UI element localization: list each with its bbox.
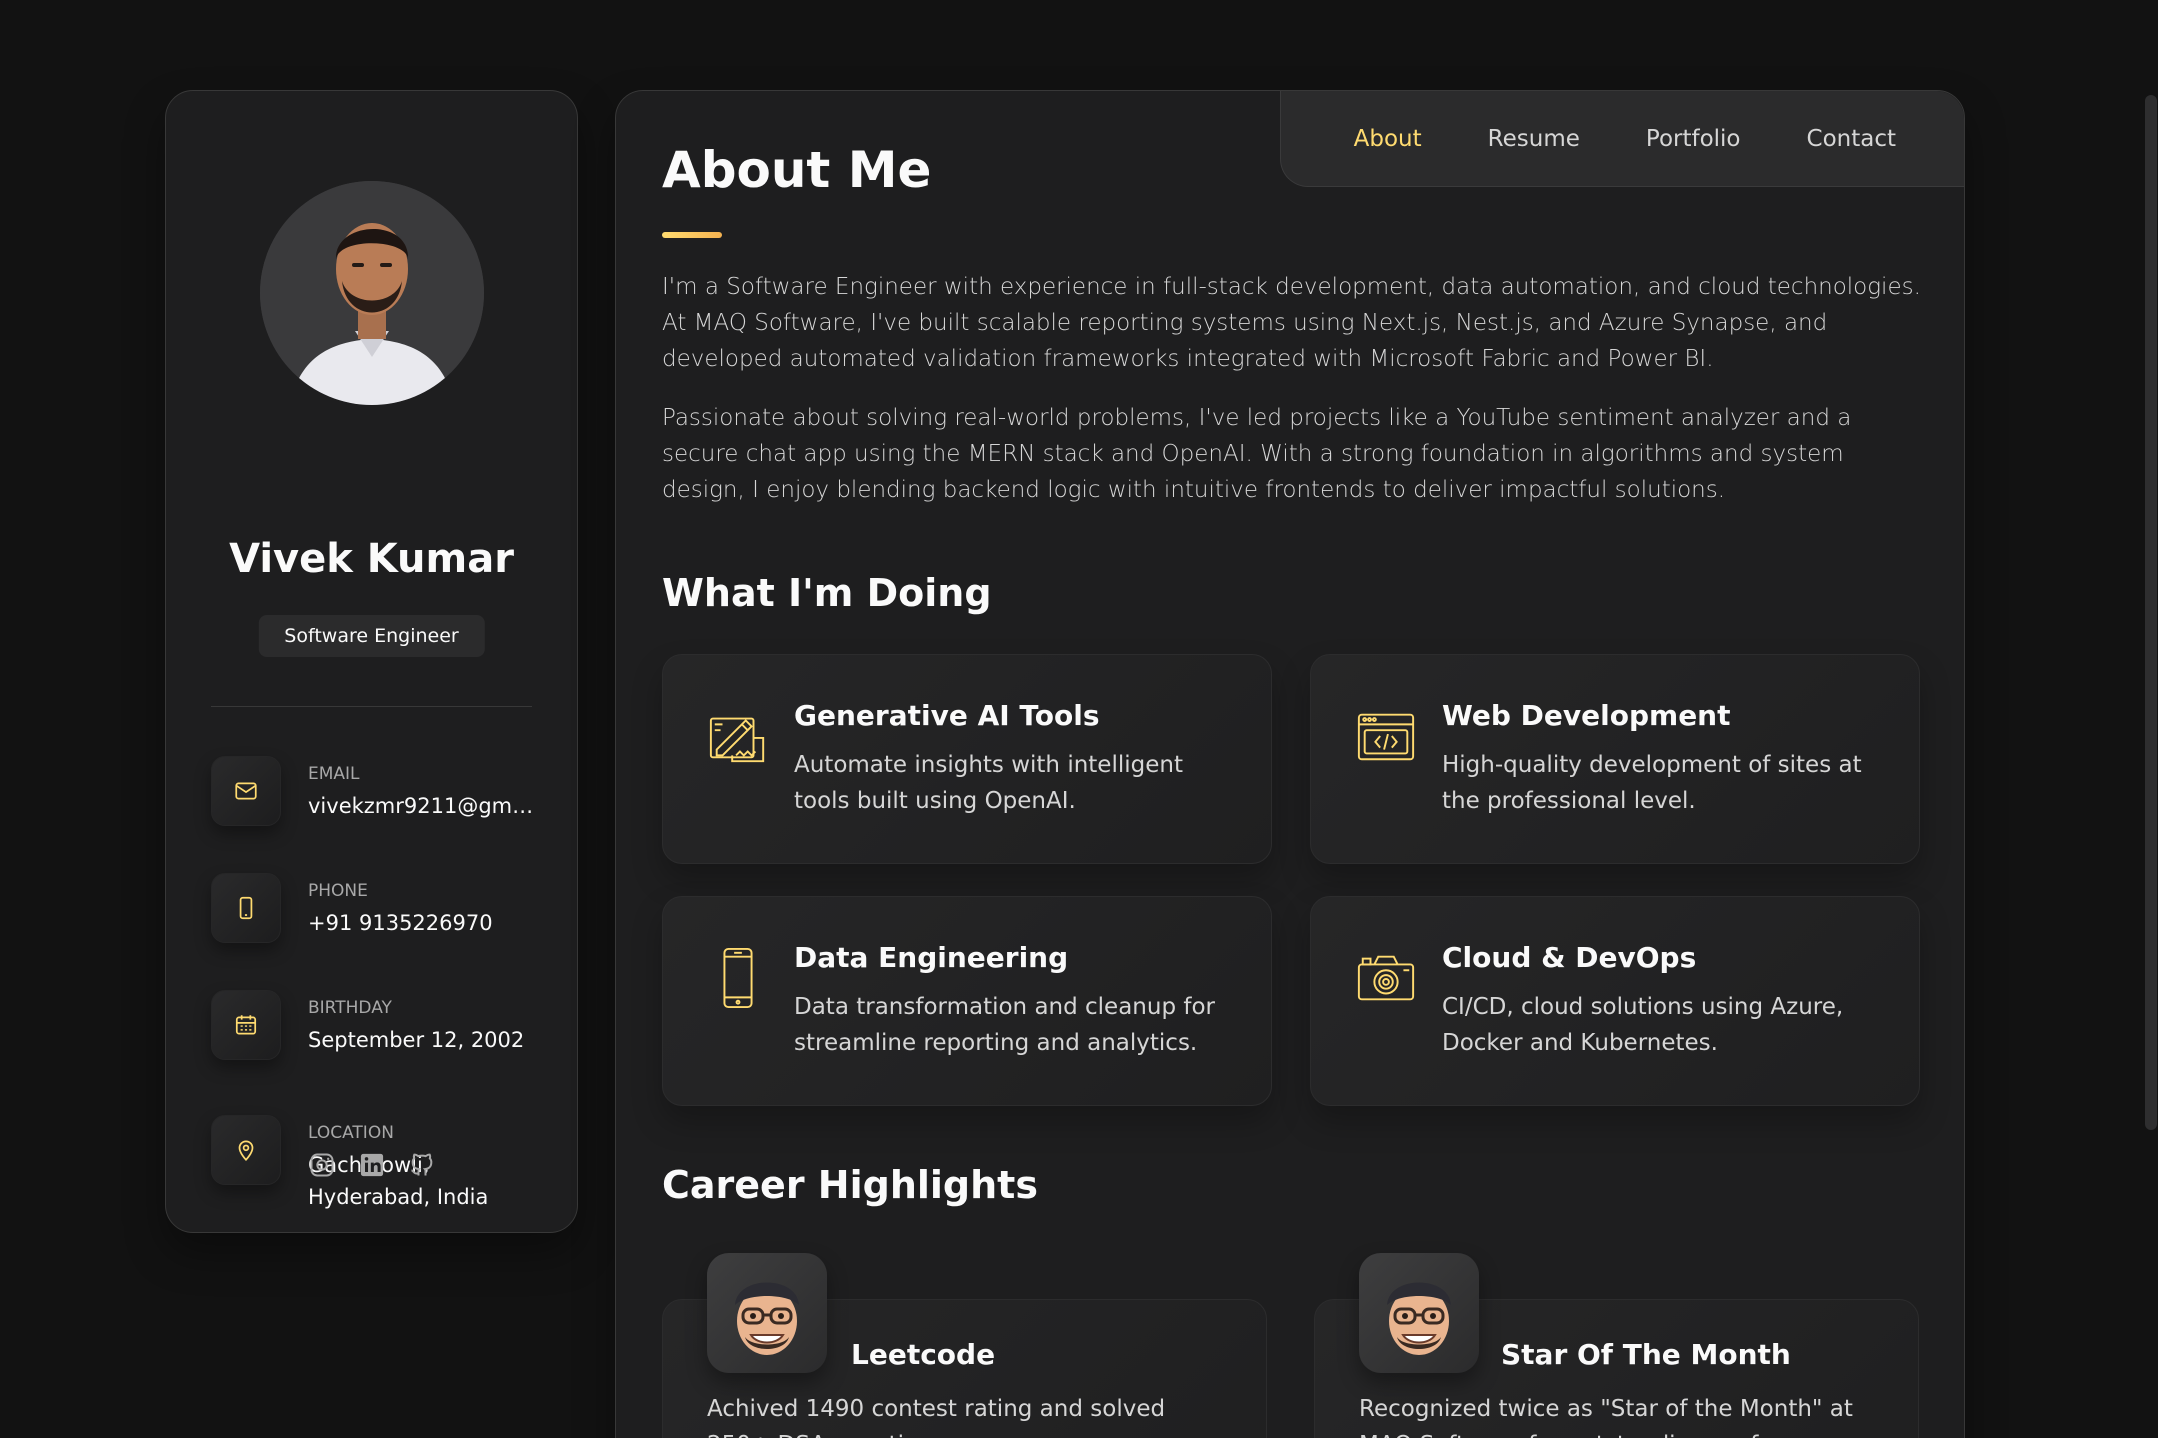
service-card: Generative AI Tools Automate insights wi… [662,654,1272,864]
nav-resume[interactable]: Resume [1488,126,1580,152]
service-text: CI/CD, cloud solutions using Azure, Dock… [1442,994,1844,1056]
highlight-text: Achived 1490 contest rating and solved 2… [707,1396,1166,1438]
top-navbar: About Resume Portfolio Contact [1280,91,1964,187]
service-card: Web Development High-quality development… [1310,654,1920,864]
page-title: About Me [662,141,932,199]
highlight-title: Leetcode [851,1338,996,1371]
scrollbar-thumb[interactable] [2145,95,2157,1130]
sidebar-divider [211,706,532,707]
nav-portfolio[interactable]: Portfolio [1646,126,1741,152]
service-title: Generative AI Tools [794,699,1100,732]
portfolio-page: Vivek Kumar Software Engineer Email vive… [0,0,2158,1438]
service-text: Automate insights with intelligent tools… [794,752,1183,814]
github-icon[interactable] [408,1151,436,1179]
calendar-icon [211,990,281,1060]
profile-name: Vivek Kumar [229,536,514,582]
main-content: About Resume Portfolio Contact About Me … [615,90,1965,1438]
about-paragraph: I'm a Software Engineer with experience … [662,274,1921,372]
job-title-badge: Software Engineer [258,615,485,657]
social-links [166,1151,577,1179]
service-card: Cloud & DevOps CI/CD, cloud solutions us… [1310,896,1920,1106]
service-title: Web Development [1442,699,1731,732]
memoji-avatar [1359,1253,1479,1373]
phone-icon [211,873,281,943]
highlight-title: Star Of The Month [1501,1338,1791,1371]
service-card: Data Engineering Data transformation and… [662,896,1272,1106]
email-link[interactable]: vivekzmr9211@gmail.com [308,790,543,822]
highlights-title: Career Highlights [662,1163,1038,1207]
birthday-value: September 12, 2002 [308,1028,525,1052]
profile-sidebar: Vivek Kumar Software Engineer Email vive… [165,90,578,1233]
contact-label: Phone [308,881,368,901]
instagram-icon[interactable] [308,1151,336,1179]
service-text: Data transformation and cleanup for stre… [794,994,1215,1056]
profile-avatar [260,181,484,405]
service-text: High-quality development of sites at the… [1442,752,1862,814]
title-underline [662,232,722,238]
service-title: Cloud & DevOps [1442,941,1697,974]
nav-contact[interactable]: Contact [1807,126,1896,152]
contact-label: Location [308,1123,394,1143]
nav-about[interactable]: About [1354,126,1422,152]
code-window-icon [1355,705,1417,767]
camera-icon [1355,947,1417,1009]
memoji-avatar [707,1253,827,1373]
page-scrollbar[interactable] [2144,95,2158,1130]
about-paragraph: Passionate about solving real-world prob… [662,405,1852,503]
contact-label: Birthday [308,998,392,1018]
design-tool-icon [707,705,769,767]
highlight-text: Recognized twice as "Star of the Month" … [1359,1396,1867,1438]
mobile-phone-icon [707,947,769,1009]
service-title: Data Engineering [794,941,1069,974]
phone-link[interactable]: +91 9135226970 [308,907,543,939]
contact-label: Email [308,764,360,784]
mail-icon [211,756,281,826]
linkedin-icon[interactable] [358,1151,386,1179]
services-title: What I'm Doing [662,571,992,615]
